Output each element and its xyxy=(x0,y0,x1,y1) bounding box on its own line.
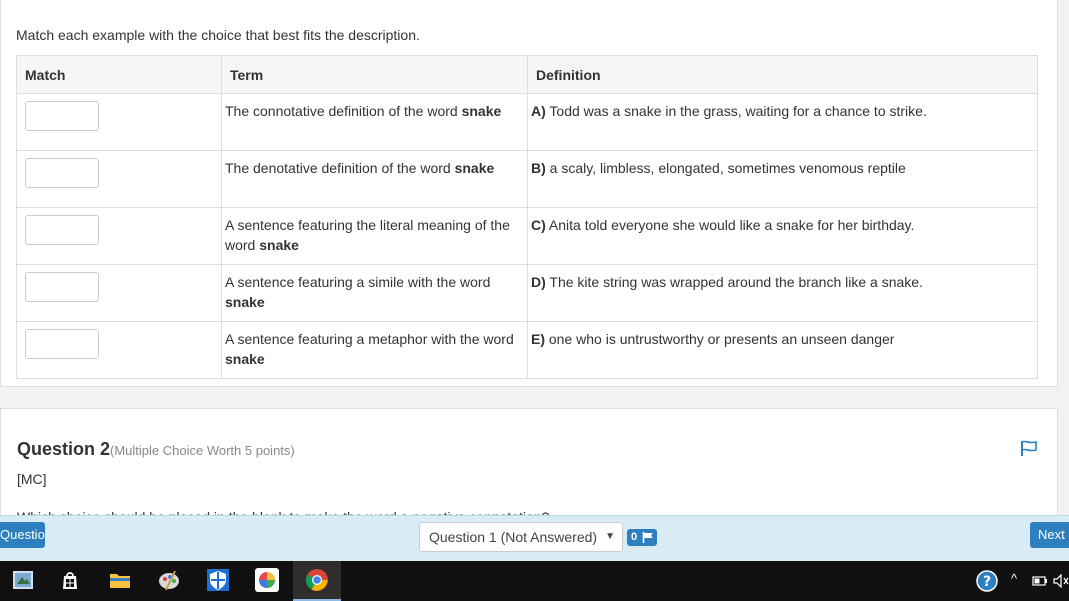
volume-icon[interactable] xyxy=(1053,574,1069,588)
question-2-panel: Question 2(Multiple Choice Worth 5 point… xyxy=(0,408,1058,528)
color-app-icon[interactable] xyxy=(255,568,279,592)
definition-cell: C) Anita told everyone she would like a … xyxy=(527,207,1038,265)
match-input-3[interactable] xyxy=(25,215,99,245)
defender-icon[interactable] xyxy=(206,568,230,592)
term-cell: The denotative definition of the word sn… xyxy=(221,150,528,208)
definition-cell: B) a scaly, limbless, elongated, sometim… xyxy=(527,150,1038,208)
match-input-2[interactable] xyxy=(25,158,99,188)
header-term: Term xyxy=(221,55,528,94)
flag-icon xyxy=(642,532,653,543)
table-row: The denotative definition of the word sn… xyxy=(16,150,1038,208)
question-2-meta: (Multiple Choice Worth 5 points) xyxy=(110,443,295,458)
header-definition: Definition xyxy=(527,55,1038,94)
taskbar: ? ^ xyxy=(0,561,1069,601)
paint-icon[interactable] xyxy=(157,568,181,592)
term-cell: The connotative definition of the word s… xyxy=(221,93,528,151)
definition-cell: D) The kite string was wrapped around th… xyxy=(527,264,1038,322)
battery-icon[interactable] xyxy=(1032,575,1048,587)
question-2-title: Question 2(Multiple Choice Worth 5 point… xyxy=(17,439,295,459)
definition-cell: A) Todd was a snake in the grass, waitin… xyxy=(527,93,1038,151)
term-cell: A sentence featuring the literal meaning… xyxy=(221,207,528,265)
next-button[interactable]: Next xyxy=(1030,522,1069,548)
show-hidden-icons-icon[interactable]: ^ xyxy=(1011,571,1017,586)
match-input-4[interactable] xyxy=(25,272,99,302)
match-input-1[interactable] xyxy=(25,101,99,131)
store-icon[interactable] xyxy=(58,568,82,592)
match-input-5[interactable] xyxy=(25,329,99,359)
question-nav-bar: Question Question 1 (Not Answered) ▼ 0 N… xyxy=(0,515,1069,561)
dropdown-caret-icon: ▼ xyxy=(605,531,615,542)
table-row: A sentence featuring a simile with the w… xyxy=(16,264,1038,322)
previous-question-button[interactable]: Question xyxy=(0,522,45,548)
term-cell: A sentence featuring a simile with the w… xyxy=(221,264,528,322)
question-type-tag: [MC] xyxy=(17,471,47,487)
chrome-icon[interactable] xyxy=(305,568,329,592)
definition-cell: E) one who is untrustworthy or presents … xyxy=(527,321,1038,379)
instructions: Match each example with the choice that … xyxy=(16,27,420,43)
term-cell: A sentence featuring a metaphor with the… xyxy=(221,321,528,379)
table-header-row: Match Term Definition xyxy=(16,55,1038,94)
app-icon[interactable] xyxy=(11,568,35,592)
flagged-count-badge[interactable]: 0 xyxy=(627,529,657,546)
help-icon[interactable]: ? xyxy=(976,570,998,592)
header-match: Match xyxy=(16,55,222,94)
svg-text:?: ? xyxy=(983,574,991,590)
table-row: A sentence featuring the literal meaning… xyxy=(16,207,1038,265)
file-explorer-icon[interactable] xyxy=(108,568,132,592)
flag-icon[interactable] xyxy=(1019,439,1039,457)
table-row: The connotative definition of the word s… xyxy=(16,93,1038,151)
question-select[interactable]: Question 1 (Not Answered) ▼ xyxy=(419,522,623,552)
table-row: A sentence featuring a metaphor with the… xyxy=(16,321,1038,379)
question-select-value: Question 1 (Not Answered) xyxy=(429,529,598,545)
matching-table: Match Term Definition The connotative de… xyxy=(16,55,1038,379)
